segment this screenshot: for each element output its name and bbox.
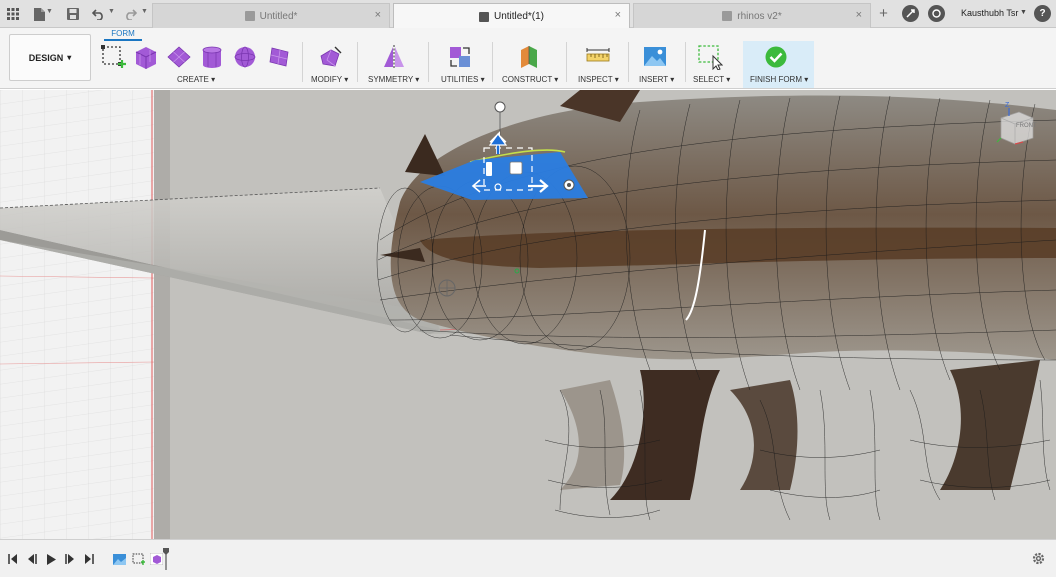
select-menu[interactable]: SELECT ▾ bbox=[693, 75, 730, 84]
tab-untitled-1[interactable]: Untitled*(1) × bbox=[393, 3, 630, 29]
fusion-app-window: ▼ ▼ ▼ Untitled* × Untitled*(1) × rhinos … bbox=[0, 0, 1056, 577]
extensions-icon[interactable] bbox=[902, 5, 919, 22]
tab-label: Untitled* bbox=[259, 10, 298, 22]
window-select-icon[interactable] bbox=[697, 44, 723, 70]
finish-form-check-icon[interactable] bbox=[763, 44, 789, 70]
create-menu[interactable]: CREATE ▾ bbox=[177, 75, 215, 84]
finish-form-menu[interactable]: FINISH FORM ▾ bbox=[750, 75, 808, 84]
plane-primitive-icon[interactable] bbox=[166, 44, 192, 70]
box-primitive-icon[interactable] bbox=[133, 44, 159, 70]
ribbon-divider bbox=[302, 42, 303, 82]
ribbon-divider bbox=[357, 42, 358, 82]
timeline-canvas-feature-icon[interactable] bbox=[112, 553, 126, 565]
inspect-menu[interactable]: INSPECT ▾ bbox=[578, 75, 619, 84]
job-status-icon[interactable] bbox=[928, 5, 945, 22]
close-tab-icon[interactable]: × bbox=[856, 9, 862, 21]
timeline-bar bbox=[0, 539, 1056, 577]
edit-form-icon[interactable] bbox=[317, 44, 343, 70]
close-tab-icon[interactable]: × bbox=[615, 9, 621, 21]
workspace-label: DESIGN bbox=[28, 52, 64, 63]
timeline-form-feature-icon[interactable] bbox=[149, 553, 163, 565]
save-icon[interactable] bbox=[63, 4, 83, 24]
tab-label: rhinos v2* bbox=[737, 10, 782, 22]
viewcube[interactable]: Z FRONT bbox=[995, 102, 1037, 148]
photo-edge bbox=[154, 90, 170, 539]
ribbon-divider bbox=[428, 42, 429, 82]
redo-caret-icon[interactable]: ▼ bbox=[141, 8, 148, 15]
scene-render bbox=[0, 90, 1056, 539]
help-icon[interactable]: ? bbox=[1034, 5, 1051, 22]
symmetry-menu[interactable]: SYMMETRY ▾ bbox=[368, 75, 419, 84]
timeline-sketch-feature-icon[interactable] bbox=[131, 553, 145, 565]
timeline-play-icon[interactable] bbox=[44, 553, 58, 565]
tab-label: Untitled*(1) bbox=[493, 11, 545, 22]
mirror-symmetry-icon[interactable] bbox=[381, 44, 407, 70]
tab-form[interactable]: FORM bbox=[104, 28, 142, 41]
utilities-menu[interactable]: UTILITIES ▾ bbox=[441, 75, 485, 84]
canvas-viewport[interactable]: Z FRONT bbox=[0, 90, 1056, 539]
viewcube-y-axis bbox=[996, 137, 1002, 143]
document-cube-icon bbox=[478, 11, 489, 22]
ribbon-divider bbox=[685, 42, 686, 82]
sphere-primitive-icon[interactable] bbox=[232, 44, 258, 70]
timeline-settings-gear-icon[interactable] bbox=[1031, 551, 1046, 570]
tab-rhinos-v2[interactable]: rhinos v2* × bbox=[633, 3, 871, 28]
user-name[interactable]: Kausthubh Tsr bbox=[961, 8, 1018, 18]
title-bar: ▼ ▼ ▼ Untitled* × Untitled*(1) × rhinos … bbox=[0, 0, 1056, 29]
ribbon-divider bbox=[566, 42, 567, 82]
user-menu-caret-icon[interactable]: ▼ bbox=[1020, 9, 1027, 16]
timeline-marker[interactable] bbox=[163, 548, 169, 570]
viewcube-face-label: FRONT bbox=[1016, 123, 1037, 129]
insert-image-icon[interactable] bbox=[642, 44, 668, 70]
app-grid-icon[interactable] bbox=[3, 4, 23, 24]
undo-caret-icon[interactable]: ▼ bbox=[108, 8, 115, 15]
new-tab-icon[interactable]: + bbox=[875, 5, 892, 22]
cylinder-primitive-icon[interactable] bbox=[199, 44, 225, 70]
ribbon-divider bbox=[628, 42, 629, 82]
insert-menu[interactable]: INSERT ▾ bbox=[639, 75, 674, 84]
measure-icon[interactable] bbox=[585, 44, 611, 70]
sketch-create-icon[interactable] bbox=[100, 44, 126, 70]
construct-menu[interactable]: CONSTRUCT ▾ bbox=[502, 75, 558, 84]
construct-plane-icon[interactable] bbox=[516, 44, 542, 70]
gizmo-rotate-handle[interactable] bbox=[494, 101, 506, 113]
modify-menu[interactable]: MODIFY ▾ bbox=[311, 75, 348, 84]
workspace-switcher-button[interactable]: DESIGN ▾ bbox=[9, 34, 91, 81]
gizmo-scale-handle[interactable] bbox=[486, 162, 492, 176]
workspace-caret-icon: ▾ bbox=[67, 53, 72, 62]
utilities-icon[interactable] bbox=[447, 44, 473, 70]
close-tab-icon[interactable]: × bbox=[375, 9, 381, 21]
quadball-primitive-icon[interactable] bbox=[266, 44, 292, 70]
ribbon-divider bbox=[492, 42, 493, 82]
tab-untitled[interactable]: Untitled* × bbox=[152, 3, 390, 28]
timeline-next-icon[interactable] bbox=[63, 553, 77, 565]
undo-icon[interactable] bbox=[88, 4, 108, 24]
timeline-previous-icon[interactable] bbox=[25, 553, 39, 565]
document-cube-icon bbox=[722, 11, 733, 21]
viewcube-axis-label: Z bbox=[1005, 102, 1010, 109]
toolbar-ribbon: DESIGN ▾ FORM CREATE ▾ MODIFY ▾ SYMMETRY… bbox=[0, 28, 1056, 89]
timeline-last-icon[interactable] bbox=[82, 553, 96, 565]
timeline-first-icon[interactable] bbox=[6, 553, 20, 565]
gizmo-center-handle[interactable] bbox=[509, 161, 523, 175]
ground-grid-lines bbox=[0, 90, 154, 539]
document-cube-icon bbox=[244, 11, 255, 21]
file-menu-caret-icon[interactable]: ▼ bbox=[46, 8, 53, 15]
redo-icon[interactable] bbox=[120, 4, 140, 24]
